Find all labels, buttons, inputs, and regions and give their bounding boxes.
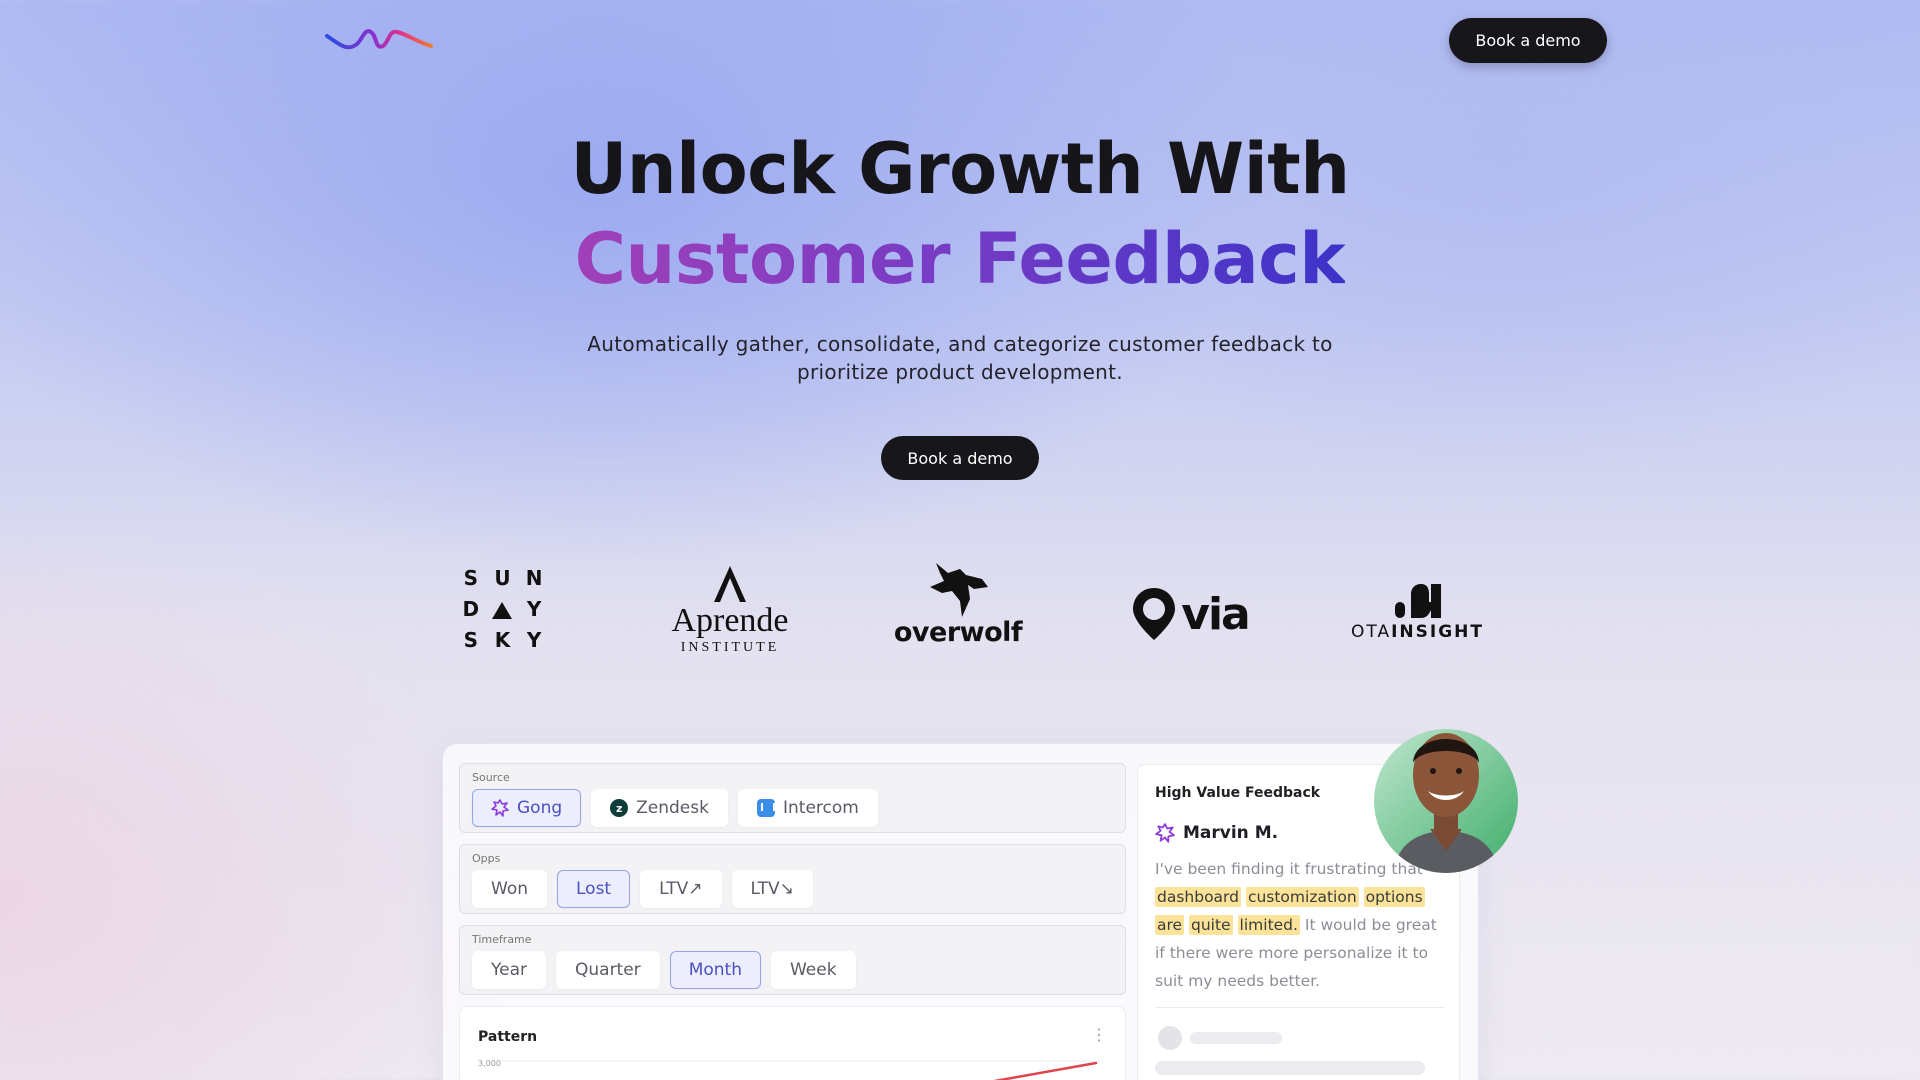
quote-highlight: are: [1155, 915, 1185, 935]
ota-insight-logo: OTAINSIGHT: [1350, 578, 1485, 644]
opps-label: Opps: [472, 852, 501, 865]
timeframe-chip-month[interactable]: Month: [669, 951, 761, 989]
sunday-letter: D: [462, 596, 480, 621]
skeleton-avatar: [1158, 1026, 1182, 1050]
overwolf-name: overwolf: [893, 616, 1023, 648]
feedback-user-name: Marvin M.: [1183, 823, 1279, 843]
sunday-letter: Y: [526, 627, 542, 652]
feedback-user: Marvin M.: [1155, 823, 1278, 843]
skeleton-line: [1190, 1032, 1282, 1044]
book-demo-hero-button[interactable]: Book a demo: [881, 436, 1039, 480]
feedback-title: High Value Feedback: [1155, 785, 1321, 801]
hero-title-line1: Unlock Growth With: [570, 128, 1350, 210]
aprende-name: Aprende: [671, 602, 789, 639]
pattern-chart: [500, 1060, 1100, 1080]
sunday-letter: U: [494, 566, 511, 591]
via-name: via: [1181, 588, 1250, 640]
quote-highlight: customization: [1245, 887, 1359, 907]
trend-line: [994, 1061, 1098, 1080]
sunday-letter: K: [494, 627, 511, 652]
aprende-sub: INSTITUTE: [680, 640, 780, 655]
source-label: Source: [472, 771, 510, 784]
hero-title-line2: Customer Feedback: [0, 218, 1920, 300]
timeframe-chip-year[interactable]: Year: [472, 951, 546, 989]
chip-label: Intercom: [782, 798, 859, 818]
ota-insight-name: OTAINSIGHT: [1351, 622, 1484, 642]
chip-label: Won: [491, 879, 528, 899]
divider: [1155, 1007, 1445, 1008]
ota-mark-icon: [1394, 584, 1441, 618]
quote-highlight: limited.: [1237, 915, 1300, 935]
source-chip-zendesk[interactable]: z Zendesk: [591, 789, 728, 827]
timeframe-chip-quarter[interactable]: Quarter: [556, 951, 660, 989]
chip-label: Lost: [576, 879, 612, 899]
opps-chip-lost[interactable]: Lost: [557, 870, 631, 908]
ota-name-bold: INSIGHT: [1391, 622, 1484, 642]
gong-icon: [1155, 823, 1175, 843]
sunday-letter: S: [463, 627, 479, 652]
chip-label: Gong: [517, 798, 563, 818]
quote-highlight: options: [1363, 887, 1425, 907]
sundaysky-logo: S U N D Y S K Y: [455, 566, 550, 652]
chip-label: Zendesk: [636, 798, 709, 818]
opps-chip-ltv-down[interactable]: LTV↘: [731, 870, 813, 908]
opps-filter-panel: Opps Won Lost LTV↗ LTV↘: [459, 844, 1126, 914]
location-pin-icon: [1133, 588, 1176, 640]
feedback-quote: I've been finding it frustrating that da…: [1155, 855, 1450, 995]
intercom-icon: [756, 799, 775, 817]
chip-label: LTV↘: [750, 879, 794, 899]
source-filter-panel: Source Gong z Zendesk Intercom: [459, 763, 1126, 833]
timeframe-chip-week[interactable]: Week: [770, 951, 856, 989]
pattern-chart-card: Pattern ⋮ 3,000: [459, 1006, 1126, 1080]
quote-highlight: dashboard: [1155, 887, 1241, 907]
wolf-icon: [930, 562, 988, 617]
book-demo-header-button[interactable]: Book a demo: [1449, 18, 1607, 63]
hero-title-gradient: Customer Feedback: [574, 218, 1346, 300]
chip-label: LTV↗: [659, 879, 703, 899]
skeleton-line: [1155, 1061, 1425, 1075]
zendesk-icon: z: [610, 799, 629, 817]
source-chip-intercom[interactable]: Intercom: [737, 789, 878, 827]
sunday-letter: Y: [526, 596, 542, 621]
timeframe-label: Timeframe: [472, 933, 532, 946]
avatar: [1374, 729, 1518, 873]
timeframe-filter-panel: Timeframe Year Quarter Month Week: [459, 925, 1126, 995]
source-chip-gong[interactable]: Gong: [472, 789, 582, 827]
triangle-icon: [487, 598, 519, 620]
via-logo: via: [1126, 584, 1254, 644]
gong-icon: [491, 799, 509, 817]
chip-label: Week: [789, 960, 837, 980]
aprende-mark-icon: [714, 566, 746, 602]
chip-label: Month: [688, 960, 742, 980]
overwolf-logo: overwolf: [893, 554, 1023, 654]
quote-highlight: quite: [1189, 915, 1233, 935]
chip-label: Year: [491, 960, 527, 980]
ota-name-light: OTA: [1351, 622, 1392, 642]
opps-chip-won[interactable]: Won: [472, 870, 547, 908]
wave-logo[interactable]: [325, 24, 433, 58]
sunday-letter: S: [463, 566, 479, 591]
sunday-letter: N: [525, 566, 543, 591]
chip-label: Quarter: [575, 960, 641, 980]
hero-subtitle: Automatically gather, consolidate, and c…: [587, 332, 1333, 384]
aprende-logo: Aprende INSTITUTE: [665, 562, 795, 658]
opps-chip-ltv-up[interactable]: LTV↗: [640, 870, 722, 908]
